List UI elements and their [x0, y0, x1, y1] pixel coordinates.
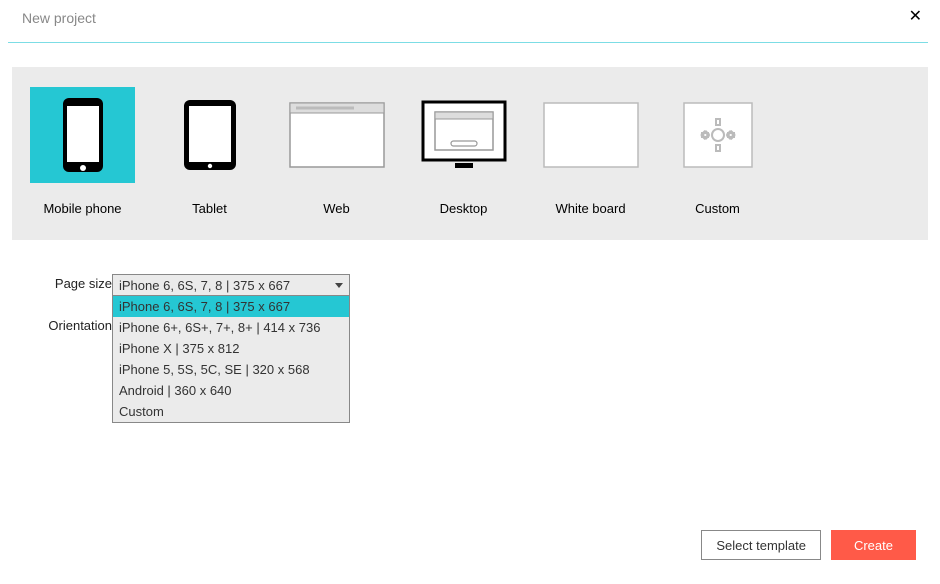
page-size-label: Page size: [48, 274, 112, 294]
close-icon[interactable]: ✕: [909, 10, 922, 24]
page-size-value: iPhone 6, 6S, 7, 8 | 375 x 667: [119, 278, 290, 293]
device-type-strip: Mobile phone Tablet Web: [12, 67, 928, 240]
mobile-phone-icon: [30, 87, 135, 183]
page-size-option[interactable]: Android | 360 x 640: [113, 380, 349, 401]
device-label: Desktop: [440, 201, 488, 216]
select-template-button[interactable]: Select template: [701, 530, 821, 560]
form-area: Page size iPhone 6, 6S, 7, 8 | 375 x 667…: [48, 274, 940, 336]
device-label: Web: [323, 201, 350, 216]
page-size-option[interactable]: iPhone 6, 6S, 7, 8 | 375 x 667: [113, 296, 349, 317]
device-label: Tablet: [192, 201, 227, 216]
device-card-tablet[interactable]: Tablet: [157, 87, 262, 216]
device-card-custom[interactable]: Custom: [665, 87, 770, 216]
device-label: White board: [555, 201, 625, 216]
page-size-option[interactable]: iPhone 6+, 6S+, 7+, 8+ | 414 x 736: [113, 317, 349, 338]
gear-icon: [665, 87, 770, 183]
tablet-icon: [157, 87, 262, 183]
device-card-web[interactable]: Web: [284, 87, 389, 216]
orientation-label: Orientation: [48, 316, 112, 336]
page-size-dropdown: iPhone 6, 6S, 7, 8 | 375 x 667 iPhone 6+…: [112, 296, 350, 423]
device-card-desktop[interactable]: Desktop: [411, 87, 516, 216]
dialog-title: New project: [22, 10, 96, 26]
page-size-option[interactable]: Custom: [113, 401, 349, 422]
page-size-option[interactable]: iPhone X | 375 x 812: [113, 338, 349, 359]
page-size-select[interactable]: iPhone 6, 6S, 7, 8 | 375 x 667: [112, 274, 350, 296]
device-label: Custom: [695, 201, 740, 216]
device-card-whiteboard[interactable]: White board: [538, 87, 643, 216]
whiteboard-icon: [538, 87, 643, 183]
create-button[interactable]: Create: [831, 530, 916, 560]
page-size-option[interactable]: iPhone 5, 5S, 5C, SE | 320 x 568: [113, 359, 349, 380]
device-card-mobile[interactable]: Mobile phone: [30, 87, 135, 216]
web-browser-icon: [284, 87, 389, 183]
chevron-down-icon: [335, 283, 343, 288]
desktop-monitor-icon: [411, 87, 516, 183]
divider: [8, 42, 928, 43]
device-label: Mobile phone: [43, 201, 121, 216]
